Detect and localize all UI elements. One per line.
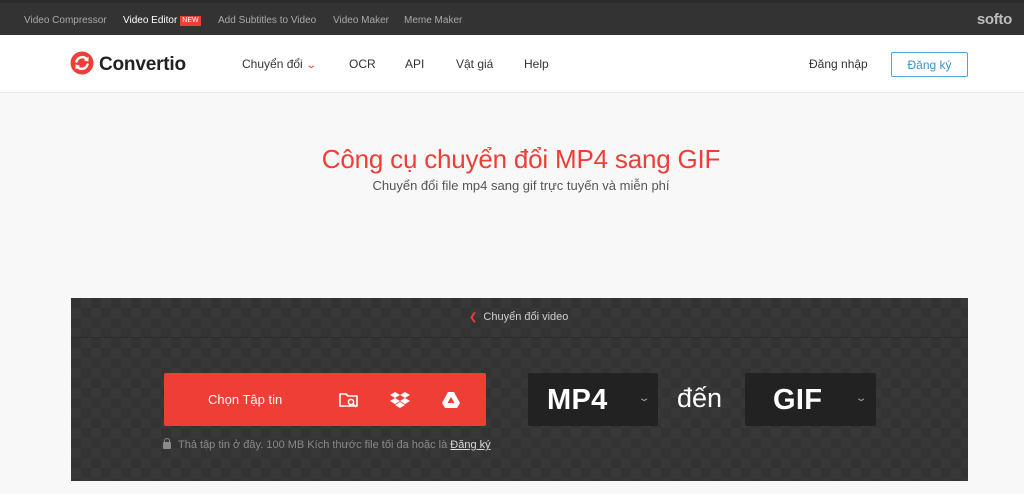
topbar-video-editor-label: Video Editor <box>123 15 178 26</box>
drop-note-text: Thả tập tin ở đây. 100 MB Kích thước fil… <box>178 439 448 451</box>
logo-text: Convertio <box>99 54 186 75</box>
topbar-link-video-editor[interactable]: Video Editor NEW <box>123 15 201 26</box>
nav-item-help[interactable]: Help <box>524 57 549 71</box>
drop-note: Thả tập tin ở đây. 100 MB Kích thước fil… <box>163 438 491 451</box>
signup-button[interactable]: Đăng ký <box>891 52 968 77</box>
back-to-video-converter-link[interactable]: ❮ Chuyển đổi video <box>469 311 568 323</box>
chevron-down-icon: ⌄ <box>637 393 651 404</box>
google-drive-icon[interactable] <box>440 389 462 411</box>
softo-topbar: Video Compressor Video Editor NEW Add Sub… <box>0 0 1024 35</box>
converter-panel-header: ❮ Chuyển đổi video <box>71 298 968 338</box>
nav-item-pricing[interactable]: Vật giá <box>456 57 493 71</box>
topbar-link-meme-maker[interactable]: Meme Maker <box>404 15 462 26</box>
chevron-left-icon: ❮ <box>469 312 478 323</box>
login-link[interactable]: Đăng nhập <box>809 57 868 71</box>
topbar-link-video-maker[interactable]: Video Maker <box>333 15 389 26</box>
nav-item-ocr[interactable]: OCR <box>349 57 376 71</box>
chevron-down-icon: ⌄ <box>854 393 868 404</box>
to-label: đến <box>677 383 723 413</box>
chevron-down-icon: ⌄ <box>305 60 317 71</box>
choose-file-button[interactable]: Chọn Tập tin <box>208 392 282 407</box>
to-format-label: GIF <box>773 384 823 416</box>
folder-search-icon[interactable] <box>338 389 360 411</box>
from-format-select[interactable]: MP4 ⌄ <box>528 373 658 426</box>
topbar-link-add-subtitles[interactable]: Add Subtitles to Video <box>218 15 316 26</box>
from-format-label: MP4 <box>547 384 608 416</box>
back-link-label: Chuyển đổi video <box>483 311 569 323</box>
converter-panel: ❮ Chuyển đổi video Chọn Tập tin MP4 ⌄ đế… <box>71 298 968 481</box>
new-badge: NEW <box>180 16 201 26</box>
topbar-link-video-compressor[interactable]: Video Compressor <box>24 15 107 26</box>
nav-item-api[interactable]: API <box>405 57 424 71</box>
nav-item-convert[interactable]: Chuyển đổi ⌄ <box>242 57 317 71</box>
page-subtitle: Chuyển đổi file mp4 sang gif trực tuyến … <box>372 178 670 193</box>
nav-convert-label: Chuyển đổi <box>242 57 303 71</box>
choose-file-button-group: Chọn Tập tin <box>164 373 486 426</box>
page-title: Công cụ chuyển đổi MP4 sang GIF <box>321 144 721 174</box>
softo-logo[interactable]: softo <box>977 11 1012 28</box>
main-nav: Convertio Chuyển đổi ⌄ OCR API Vật giá He… <box>0 35 1024 93</box>
convertio-arrows-icon <box>70 51 94 80</box>
lock-icon <box>163 438 171 449</box>
to-format-select[interactable]: GIF ⌄ <box>745 373 876 426</box>
convertio-logo[interactable]: Convertio <box>70 51 186 80</box>
dropbox-icon[interactable] <box>389 389 411 411</box>
drop-note-signup-link[interactable]: Đăng ký <box>450 439 490 451</box>
